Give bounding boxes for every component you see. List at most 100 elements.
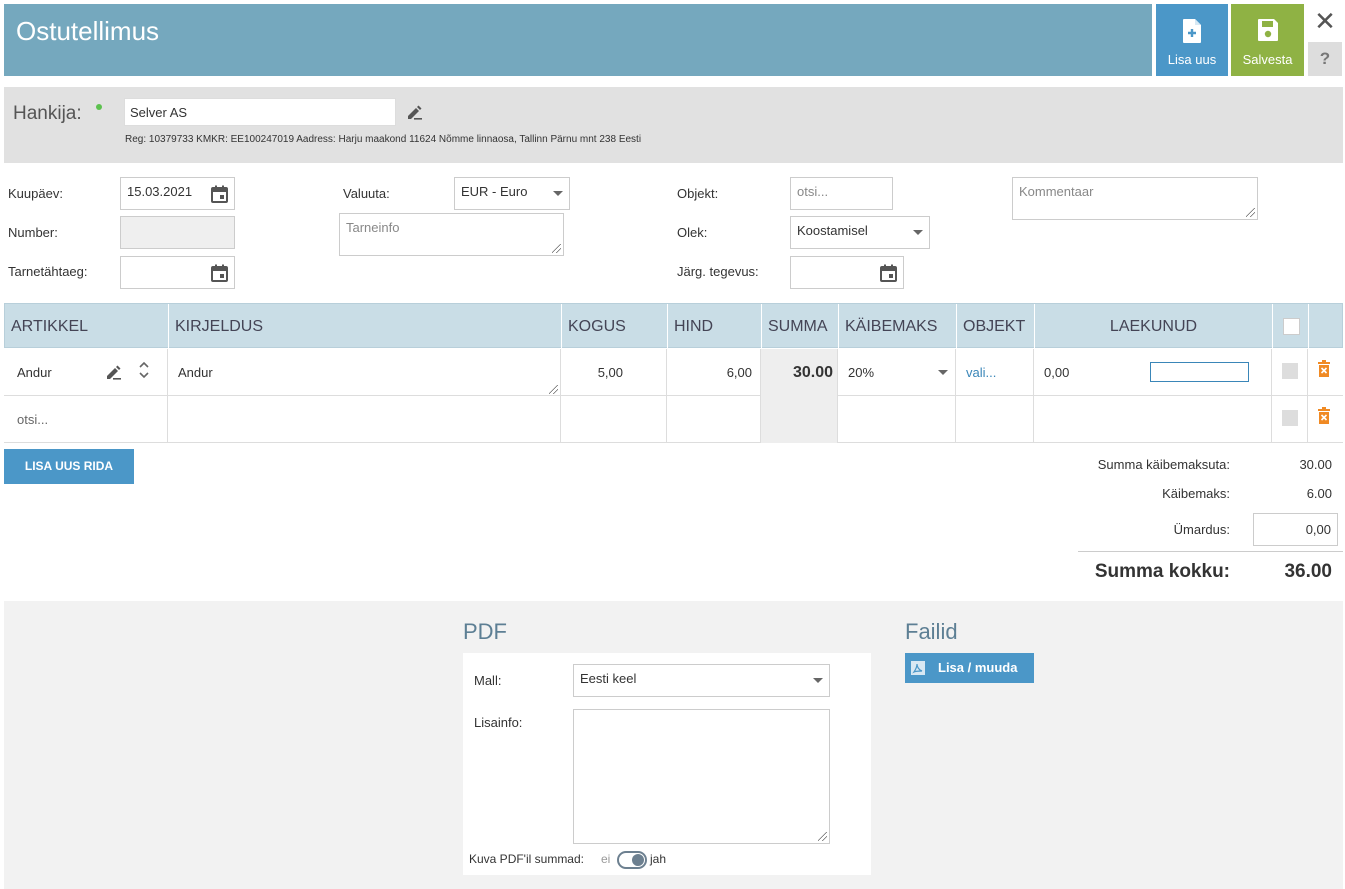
vat-total-value: 6.00 [1306,486,1332,501]
grand-total-label: Summa kokku: [1094,561,1230,582]
chevron-down-icon [938,370,948,375]
add-document-icon [1183,19,1201,43]
column-header-sum[interactable]: SUMMA [762,304,839,349]
row-select-cell [1272,349,1308,396]
status-value: Koostamisel [797,223,868,238]
calendar-icon[interactable] [880,264,897,282]
files-section-title: Failid [905,619,958,644]
vat-value: 20% [848,365,875,380]
received-value: 0,00 [1044,365,1070,380]
toggle-on-label: jah [650,852,667,866]
date-value: 15.03.2021 [127,184,193,199]
vat-total-label: Käibemaks: [1162,486,1230,501]
received-input[interactable] [1150,362,1249,382]
number-label: Number: [8,225,58,240]
totals-divider [1078,551,1343,552]
delivery-deadline-field[interactable] [120,256,235,289]
save-button[interactable]: Salvesta [1231,4,1304,76]
calendar-icon[interactable] [211,185,228,203]
resize-handle-icon[interactable] [818,832,827,841]
date-field[interactable]: 15.03.2021 [120,177,235,210]
resize-handle-icon[interactable] [549,385,558,394]
net-total-label: Summa käibemaksuta: [1097,457,1230,472]
template-label: Mall: [474,673,502,688]
pencil-icon[interactable] [406,104,423,120]
article-cell[interactable]: Andur [4,349,168,396]
column-header-price[interactable]: HIND [668,304,762,349]
article-value: Andur [17,365,52,380]
table-row: Andur Andur 5,00 6,00 30.00 20% vali... … [4,349,1343,396]
column-header-object[interactable]: OBJEKT [957,304,1035,349]
column-header-article[interactable]: ARTIKKEL [5,304,169,349]
delete-icon[interactable] [1317,360,1331,378]
sort-arrows-icon[interactable] [139,361,149,379]
supplier-input[interactable]: Selver AS [124,98,396,126]
table-row: otsi... [4,396,1343,443]
pdf-file-icon [911,661,925,675]
object-link[interactable]: vali... [956,349,1034,396]
pdf-section-title: PDF [463,619,507,644]
chevron-down-icon [813,678,823,683]
net-total-value: 30.00 [1299,457,1332,472]
floppy-disk-icon [1257,19,1278,41]
column-header-received[interactable]: LAEKUNUD [1035,304,1273,349]
price-cell[interactable] [667,396,761,443]
quantity-cell[interactable]: 5,00 [561,349,667,396]
required-indicator [96,104,102,110]
description-cell[interactable] [168,396,561,443]
page-header: Ostutellimus [4,4,1152,76]
help-button[interactable]: ? [1308,42,1342,76]
save-label: Salvesta [1242,52,1293,67]
pencil-icon[interactable] [105,364,122,380]
select-all-cell [1273,304,1309,349]
add-edit-files-button[interactable]: Lisa / muuda [905,653,1034,683]
comment-textarea[interactable]: Kommentaar [1012,177,1258,220]
resize-handle-icon[interactable] [552,244,561,253]
delete-icon[interactable] [1317,407,1331,425]
object-placeholder: otsi... [797,184,829,199]
received-cell: 0,00 [1034,349,1272,396]
column-header-vat[interactable]: KÄIBEMAKS [839,304,957,349]
row-select-cell [1272,396,1308,443]
delivery-info-textarea[interactable]: Tarneinfo [339,213,564,256]
next-action-field[interactable] [790,256,904,289]
supplier-section: Hankija: Selver AS Reg: 10379733 KMKR: E… [4,87,1343,163]
number-field[interactable] [120,216,235,249]
object-search-input[interactable]: otsi... [790,177,893,210]
column-header-description[interactable]: KIRJELDUS [169,304,562,349]
vat-select[interactable]: 20% [838,349,956,396]
supplier-label: Hankija: [13,103,82,124]
select-all-checkbox[interactable] [1283,318,1300,335]
object-cell[interactable] [956,396,1034,443]
add-new-button[interactable]: Lisa uus [1156,4,1228,76]
delivery-info-placeholder: Tarneinfo [346,220,400,235]
row-checkbox[interactable] [1282,410,1298,426]
show-sums-label: Kuva PDF'il summad: [469,852,584,866]
show-sums-toggle[interactable] [617,851,647,869]
vat-cell[interactable] [838,396,956,443]
description-value: Andur [178,365,213,380]
description-cell[interactable]: Andur [168,349,561,396]
add-row-button[interactable]: LISA UUS RIDA [4,449,134,484]
sum-cell [761,396,838,443]
currency-select[interactable]: EUR - Euro [454,177,570,210]
toggle-off-label: ei [601,852,611,866]
template-select[interactable]: Eesti keel [573,664,830,697]
resize-handle-icon[interactable] [1246,208,1255,217]
price-cell[interactable]: 6,00 [667,349,761,396]
column-header-quantity[interactable]: KOGUS [562,304,668,349]
row-checkbox[interactable] [1282,363,1298,379]
rounding-input[interactable]: 0,00 [1253,513,1338,546]
article-search-input[interactable]: otsi... [4,396,168,443]
sum-cell: 30.00 [761,349,838,396]
delivery-deadline-label: Tarnetähtaeg: [8,264,88,279]
grand-total-value: 36.00 [1284,561,1332,582]
toggle-knob [632,854,644,866]
close-button[interactable]: ✕ [1308,4,1342,40]
currency-label: Valuuta: [343,186,390,201]
calendar-icon[interactable] [211,264,228,282]
status-select[interactable]: Koostamisel [790,216,930,249]
extra-info-textarea[interactable] [573,709,830,844]
quantity-cell[interactable] [561,396,667,443]
chevron-down-icon [913,230,923,235]
